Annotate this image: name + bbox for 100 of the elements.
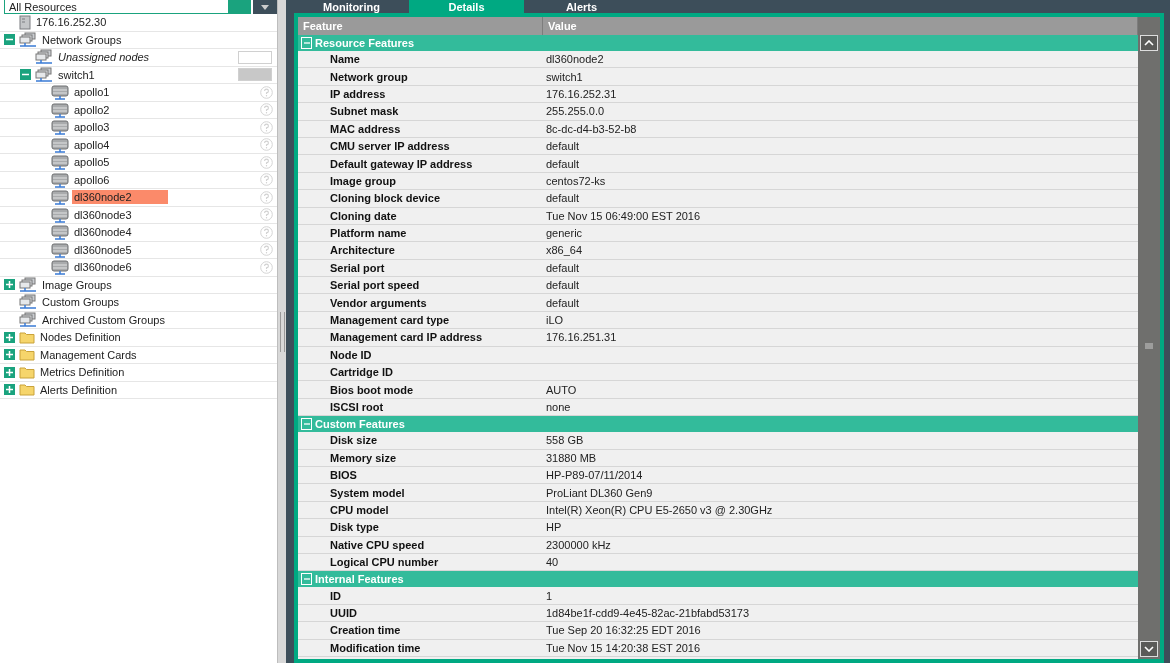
value-cell-text: 1d84be1f-cdd9-4e45-82ac-21bfabd53173: [545, 606, 750, 619]
value-cell-text: 255.255.0.0: [545, 105, 605, 118]
value-cell-text: default: [545, 140, 580, 153]
value-cell-text: dl360node2: [545, 53, 604, 66]
value-cell-text: 558 GB: [545, 434, 584, 447]
value-cell-text: default: [545, 296, 580, 309]
value-cell-text: 2300000 kHz: [545, 538, 611, 551]
expand-toggle[interactable]: [4, 366, 15, 378]
caret-icon: [261, 4, 269, 10]
chevron-down-icon: [1144, 646, 1154, 652]
feature-cell-text: Name: [329, 53, 361, 66]
section-title: Custom Features: [315, 418, 405, 431]
minus-icon: [303, 40, 310, 46]
tree-item[interactable]: dl360node2: [72, 190, 168, 205]
tree-item[interactable]: dl360node6: [72, 260, 134, 275]
value-cell-text: Tue Sep 20 16:32:25 EDT 2016: [545, 624, 701, 637]
value-cell-text: 1: [545, 589, 553, 602]
plus-icon: [6, 386, 13, 394]
value-cell-text: 176.16.251.31: [545, 331, 617, 344]
feature-cell-text: IP address: [329, 87, 387, 100]
help-icon: [260, 103, 273, 117]
value-cell-text: iLO: [545, 314, 564, 327]
scroll-down-button[interactable]: [1140, 641, 1158, 657]
value-cell-text: HP-P89-07/11/2014: [545, 469, 643, 482]
feature-cell-text: ISCSI root: [329, 401, 385, 413]
value-cell-text: default: [545, 192, 580, 205]
collapse-toggle[interactable]: [301, 37, 312, 49]
feature-cell-text: Node ID: [329, 348, 373, 361]
feature-cell-text: Cloning date: [329, 209, 398, 222]
feature-cell-text: Image group: [329, 174, 397, 187]
value-cell-text: HP: [545, 521, 562, 534]
help-icon: [260, 120, 273, 134]
help-icon: [260, 138, 273, 152]
feature-cell-text: Architecture: [329, 244, 396, 257]
tree-item[interactable]: switch1: [56, 67, 97, 82]
plus-icon: [6, 368, 13, 376]
value-cell-text: 40: [545, 556, 559, 569]
collapse-toggle[interactable]: [301, 573, 312, 586]
feature-cell-text: CPU model: [329, 503, 390, 516]
tree-item[interactable]: apollo3: [72, 120, 112, 135]
help-icon: [260, 260, 273, 274]
feature-cell-text: Disk type: [329, 521, 380, 534]
tree-item[interactable]: dl360node3: [72, 207, 134, 222]
tree-item[interactable]: Custom Groups: [40, 295, 122, 310]
collapse-toggle[interactable]: [301, 418, 312, 431]
value-cell-text: 176.16.252.31: [545, 87, 617, 100]
server-tower-icon: [19, 14, 31, 30]
value-cell-text: generic: [545, 227, 583, 240]
value-cell-text: 31880 MB: [545, 451, 597, 464]
tree-item[interactable]: 176.16.252.30: [34, 15, 109, 30]
plus-icon: [6, 281, 13, 289]
feature-cell-text: Creation time: [329, 624, 402, 637]
feature-cell-text: Subnet mask: [329, 105, 400, 118]
value-cell-text: default: [545, 261, 580, 274]
tree-item[interactable]: dl360node5: [72, 242, 134, 257]
feature-cell-text: UUID: [329, 606, 358, 619]
dropdown-button[interactable]: [253, 0, 277, 14]
minus-icon: [303, 421, 310, 428]
expand-toggle[interactable]: [4, 384, 15, 396]
resource-select[interactable]: All Resources: [4, 0, 229, 14]
plus-icon: [6, 333, 13, 341]
tree-item[interactable]: Image Groups: [40, 277, 114, 292]
scrollbar[interactable]: [1138, 17, 1160, 659]
tree-item[interactable]: apollo4: [72, 137, 112, 152]
value-cell-text: AUTO: [545, 383, 577, 396]
tree-item[interactable]: Management Cards: [38, 347, 139, 362]
help-icon: [260, 190, 273, 204]
tree-item[interactable]: apollo1: [72, 85, 112, 100]
tree-item[interactable]: Archived Custom Groups: [40, 312, 167, 327]
feature-cell-text: Serial port speed: [329, 279, 421, 292]
value-cell-text: 8c-dc-d4-b3-52-b8: [545, 122, 637, 135]
tree-item[interactable]: dl360node4: [72, 225, 134, 240]
feature-cell-text: Memory size: [329, 451, 398, 464]
feature-cell-text: Management card IP address: [329, 331, 484, 344]
expand-toggle[interactable]: [4, 279, 15, 291]
tree-item[interactable]: apollo2: [72, 102, 112, 117]
value-cell-text: centos72-ks: [545, 174, 606, 187]
chevron-up-icon: [1144, 40, 1154, 46]
tree-item[interactable]: Alerts Definition: [38, 382, 120, 397]
scroll-up-button[interactable]: [1140, 35, 1158, 51]
value-cell-text: switch1: [545, 70, 583, 83]
collapse-toggle[interactable]: [4, 34, 15, 46]
help-icon: [260, 155, 273, 169]
expand-toggle[interactable]: [4, 349, 15, 361]
grip-icon: [1145, 343, 1153, 349]
collapse-toggle[interactable]: [20, 69, 31, 81]
tree-item[interactable]: Metrics Definition: [38, 365, 127, 380]
folder-icon: [19, 330, 35, 344]
value-cell-text: Tue Nov 15 06:49:00 EST 2016: [545, 209, 701, 222]
tree-item[interactable]: Nodes Definition: [38, 330, 123, 345]
feature-cell-text: BIOS: [329, 469, 358, 482]
tree-item[interactable]: Unassigned nodes: [56, 50, 152, 65]
tree-item[interactable]: Network Groups: [40, 32, 124, 47]
tree-item[interactable]: apollo6: [72, 172, 112, 187]
plus-icon: [6, 351, 13, 359]
feature-cell-text: Logical CPU number: [329, 556, 440, 569]
expand-toggle[interactable]: [4, 331, 15, 343]
feature-cell-text: Serial port: [329, 261, 386, 274]
tree-item[interactable]: apollo5: [72, 155, 112, 170]
feature-cell-text: System model: [329, 486, 406, 499]
